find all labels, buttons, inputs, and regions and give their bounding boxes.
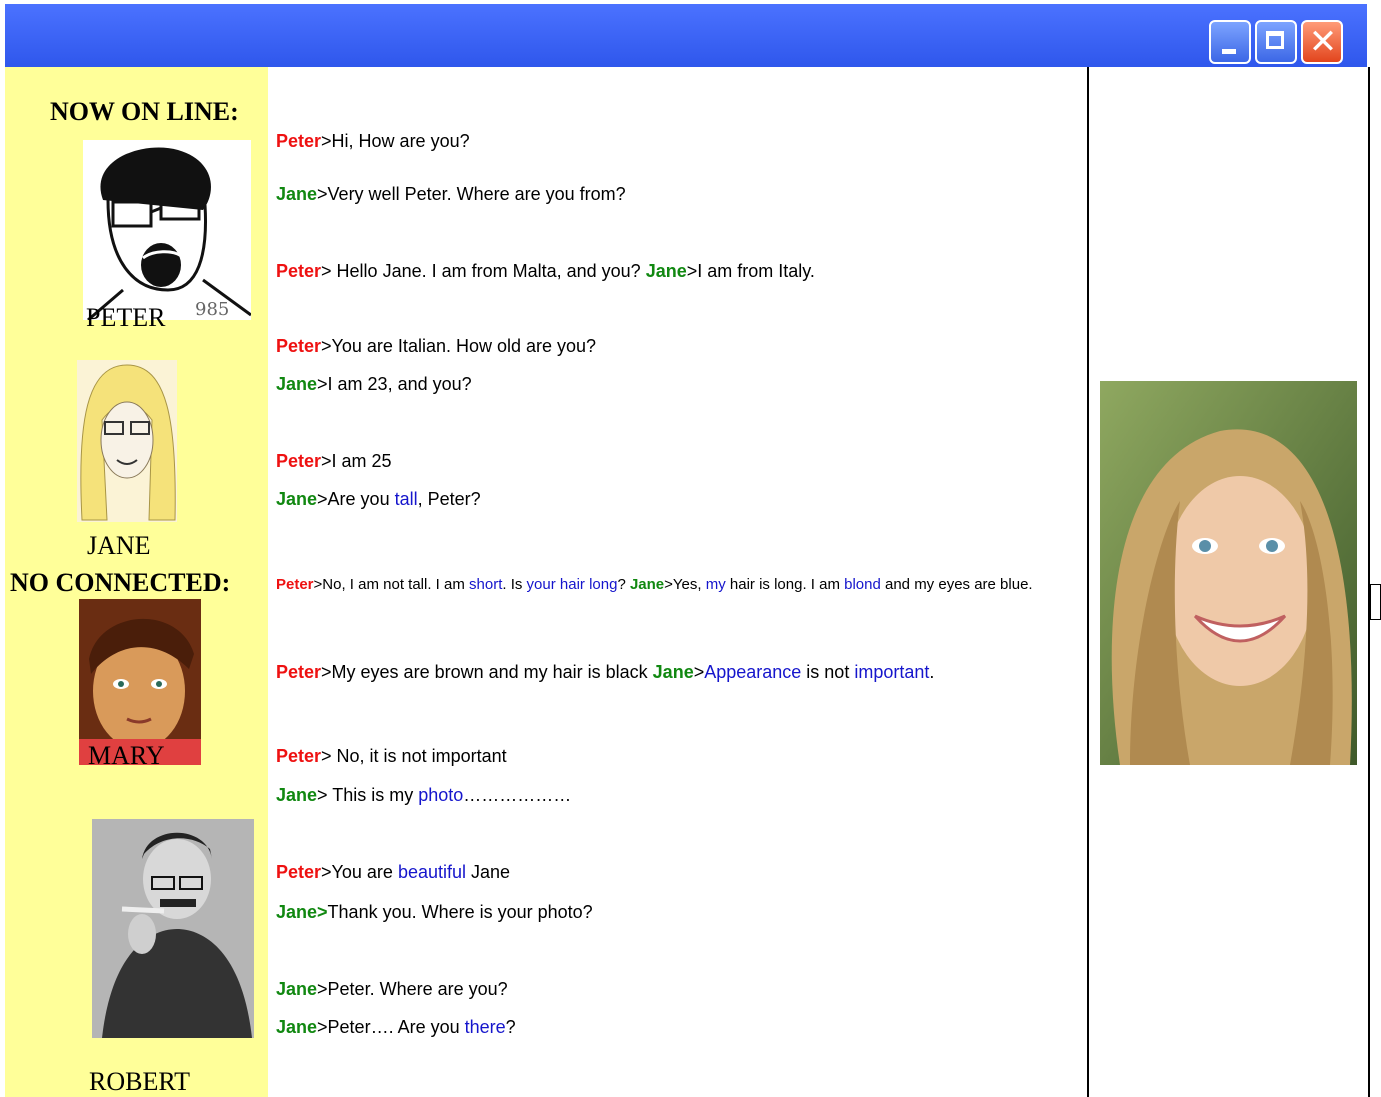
sender-peter: Peter bbox=[276, 451, 322, 471]
message-text: is not bbox=[801, 662, 855, 682]
svg-text:985: 985 bbox=[195, 299, 229, 320]
chat-message: Jane>I am 23, and you? bbox=[276, 374, 472, 395]
sender-peter: Peter bbox=[276, 261, 322, 281]
message-text: ……………… bbox=[463, 785, 572, 805]
message-text: >Are you bbox=[317, 489, 395, 509]
sender-jane: Jane bbox=[276, 184, 318, 204]
user-name-robert: ROBERT bbox=[89, 1067, 191, 1096]
chat-message: Peter>You are beautiful Jane bbox=[276, 862, 510, 883]
sender-peter: Peter bbox=[276, 746, 322, 766]
message-text: . bbox=[929, 662, 935, 682]
vocab-word: important bbox=[854, 662, 930, 682]
message-text: . Is bbox=[502, 576, 527, 593]
message-text: >No, I am not tall. I am bbox=[313, 576, 470, 593]
message-text: Thank you. Where is your photo? bbox=[327, 902, 593, 922]
vocab-word: photo bbox=[418, 785, 464, 805]
message-text: >My eyes are brown and my hair is black bbox=[321, 662, 653, 682]
message-text: >Yes, bbox=[664, 576, 706, 593]
sender-jane: Jane bbox=[276, 785, 318, 805]
sender-jane: Jane> bbox=[276, 902, 328, 922]
vocab-word: beautiful bbox=[397, 862, 466, 882]
avatar-peter[interactable]: 985 bbox=[83, 140, 251, 320]
vocab-word: your hair long bbox=[526, 576, 618, 593]
vocab-word: my bbox=[705, 576, 726, 593]
sender-peter: Peter bbox=[276, 662, 322, 682]
chat-message: Peter>I am 25 bbox=[276, 451, 392, 472]
message-text: Jane bbox=[466, 862, 511, 882]
maximize-icon bbox=[1266, 31, 1284, 49]
online-heading: NOW ON LINE: bbox=[50, 97, 239, 126]
vocab-word: tall bbox=[394, 489, 418, 509]
peter-drawing: 985 bbox=[87, 147, 251, 320]
message-text: >Peter. Where are you? bbox=[317, 979, 508, 999]
chat-message: Peter> No, it is not important bbox=[276, 746, 507, 767]
message-text: > bbox=[693, 662, 705, 682]
vocab-word: there bbox=[464, 1017, 506, 1037]
minimize-button[interactable] bbox=[1209, 20, 1251, 64]
sender-peter: Peter bbox=[276, 131, 322, 151]
close-button[interactable]: ✕ bbox=[1301, 20, 1343, 64]
message-text: > No, it is not important bbox=[321, 746, 507, 766]
sender-jane: Jane bbox=[276, 979, 318, 999]
message-text: >You are Italian. How old are you? bbox=[321, 336, 597, 356]
message-text: >I am 25 bbox=[321, 451, 392, 471]
message-text: >I am from Italy. bbox=[686, 261, 815, 281]
chat-message: Peter>No, I am not tall. I am short. Is … bbox=[276, 576, 1033, 593]
message-text: >Very well Peter. Where are you from? bbox=[317, 184, 626, 204]
chat-message: Jane>Thank you. Where is your photo? bbox=[276, 902, 593, 923]
sender-jane: Jane bbox=[652, 662, 694, 682]
message-text: >Peter…. Are you bbox=[317, 1017, 465, 1037]
message-text: hair is long. I am bbox=[725, 576, 845, 593]
message-text: >I am 23, and you? bbox=[317, 374, 472, 394]
message-text: >You are bbox=[321, 862, 398, 882]
sender-peter: Peter bbox=[276, 576, 314, 593]
minimize-icon bbox=[1222, 49, 1236, 54]
close-icon: ✕ bbox=[1308, 22, 1338, 62]
avatar-robert[interactable] bbox=[92, 819, 254, 1038]
jane-photo[interactable] bbox=[1100, 381, 1357, 765]
avatar-jane[interactable] bbox=[77, 360, 177, 522]
sender-jane: Jane bbox=[645, 261, 687, 281]
sender-jane: Jane bbox=[276, 489, 318, 509]
message-text: >Hi, How are you? bbox=[321, 131, 470, 151]
sender-jane: Jane bbox=[629, 576, 665, 593]
chat-message: Jane>Are you tall, Peter? bbox=[276, 489, 481, 510]
user-name-mary: MARY bbox=[88, 741, 165, 770]
window-titlebar bbox=[5, 4, 1367, 67]
vocab-word: blond bbox=[844, 576, 881, 593]
sender-peter: Peter bbox=[276, 862, 322, 882]
offline-heading: NO CONNECTED: bbox=[10, 568, 231, 597]
message-text: ? bbox=[617, 576, 630, 593]
chat-message: Jane> This is my photo……………… bbox=[276, 785, 571, 806]
chat-message: Peter>You are Italian. How old are you? bbox=[276, 336, 596, 357]
jane-drawing bbox=[80, 364, 176, 521]
scroll-handle[interactable] bbox=[1370, 584, 1381, 620]
chat-message: Jane>Peter. Where are you? bbox=[276, 979, 508, 1000]
message-text: , Peter? bbox=[417, 489, 481, 509]
user-name-peter: PETER bbox=[86, 303, 166, 332]
robert-photo bbox=[92, 819, 254, 1038]
message-text: > Hello Jane. I am from Malta, and you? bbox=[321, 261, 646, 281]
jane-photo-image bbox=[1100, 381, 1357, 765]
chat-message: Peter> Hello Jane. I am from Malta, and … bbox=[276, 261, 815, 282]
message-text: > This is my bbox=[317, 785, 419, 805]
message-text: and my eyes are blue. bbox=[880, 576, 1033, 593]
user-name-jane: JANE bbox=[87, 531, 151, 560]
maximize-button[interactable] bbox=[1255, 20, 1297, 64]
chat-message: Peter>My eyes are brown and my hair is b… bbox=[276, 662, 934, 683]
sender-peter: Peter bbox=[276, 336, 322, 356]
chat-message: Peter>Hi, How are you? bbox=[276, 131, 470, 152]
chat-message: Jane>Peter…. Are you there? bbox=[276, 1017, 516, 1038]
vocab-word: short bbox=[469, 576, 503, 593]
chat-message: Jane>Very well Peter. Where are you from… bbox=[276, 184, 626, 205]
message-text: ? bbox=[505, 1017, 516, 1037]
vocab-word: Appearance bbox=[704, 662, 802, 682]
sender-jane: Jane bbox=[276, 374, 318, 394]
sender-jane: Jane bbox=[276, 1017, 318, 1037]
